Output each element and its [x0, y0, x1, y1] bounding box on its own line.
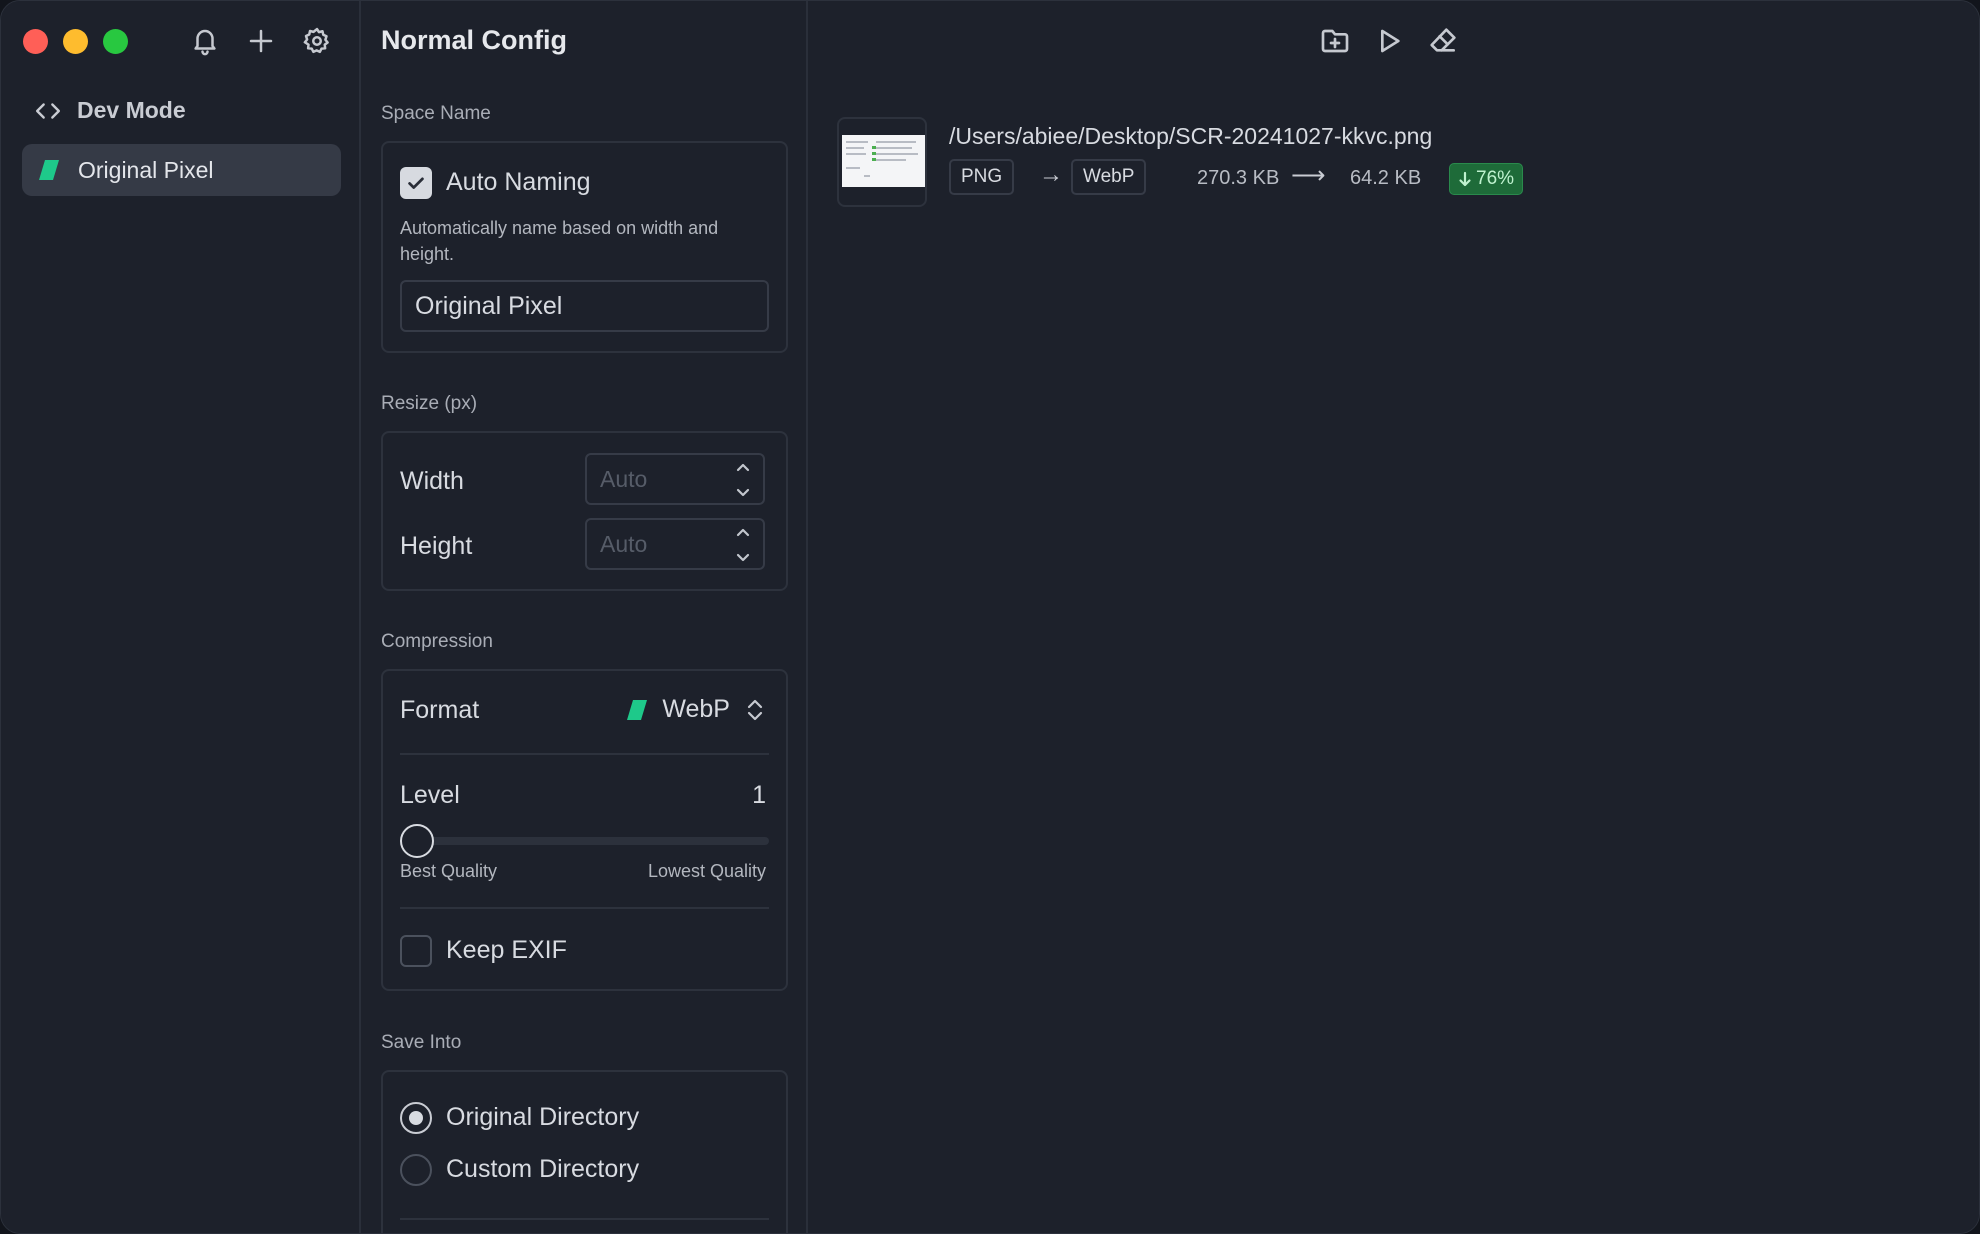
chevron-up-down-icon — [747, 699, 763, 720]
save-into-divider — [400, 1218, 769, 1220]
format-label: Format — [400, 696, 480, 724]
run-button[interactable] — [1371, 21, 1407, 61]
width-decrement-button[interactable] — [733, 482, 753, 502]
width-increment-button[interactable] — [733, 458, 753, 478]
chevron-down-icon — [736, 488, 750, 497]
auto-naming-label: Auto Naming — [446, 168, 591, 196]
height-decrement-button[interactable] — [733, 547, 753, 567]
play-icon — [1381, 29, 1400, 53]
chevron-down-icon — [736, 553, 750, 562]
sidebar: Dev Mode Original Pixel — [1, 1, 361, 1233]
height-input[interactable] — [587, 520, 727, 568]
space-name-section-label: Space Name — [381, 103, 491, 124]
code-brackets-icon — [35, 102, 61, 119]
plus-icon — [249, 29, 273, 53]
save-into-section-label: Save Into — [381, 1032, 462, 1053]
dev-mode-item[interactable]: Dev Mode — [35, 97, 186, 124]
dev-mode-label: Dev Mode — [77, 97, 186, 123]
chevron-up-icon — [736, 463, 750, 472]
target-format-tag: WebP — [1071, 159, 1147, 195]
checkmark-icon — [408, 177, 424, 189]
zoom-window-button[interactable] — [103, 29, 128, 54]
height-stepper — [585, 518, 765, 570]
eraser-icon — [1430, 28, 1456, 52]
folder-plus-icon — [1321, 29, 1349, 53]
file-path: /Users/abiee/Desktop/SCR-20241027-kkvc.p… — [949, 123, 1433, 149]
height-label: Height — [400, 532, 473, 560]
compression-card: Format WebP Level 1 Best Quality Lowest … — [381, 669, 788, 991]
custom-directory-radio[interactable] — [400, 1154, 432, 1186]
space-name-input[interactable] — [400, 280, 769, 332]
config-title: Normal Config — [381, 25, 567, 55]
settings-button[interactable] — [299, 21, 335, 61]
auto-naming-help-text: Automatically name based on width and he… — [400, 218, 719, 264]
save-into-card: Original Directory Custom Directory — [381, 1070, 788, 1233]
format-divider — [400, 753, 769, 755]
bell-icon — [194, 29, 216, 56]
reduction-badge: 76% — [1449, 163, 1524, 195]
window-controls — [23, 29, 128, 54]
add-space-button[interactable] — [243, 21, 279, 61]
original-directory-radio[interactable] — [400, 1102, 432, 1134]
resize-card: Width Height — [381, 431, 788, 591]
source-format-tag: PNG — [949, 159, 1015, 195]
chevron-up-icon — [736, 528, 750, 537]
reduction-value: 76% — [1476, 168, 1515, 189]
file-thumbnail — [837, 117, 927, 207]
resize-section-label: Resize (px) — [381, 393, 478, 414]
parallelogram-icon — [39, 160, 59, 180]
lowest-quality-caption: Lowest Quality — [647, 861, 766, 881]
keep-exif-checkbox[interactable] — [400, 935, 432, 967]
custom-directory-label: Custom Directory — [446, 1155, 640, 1183]
level-slider-track[interactable] — [400, 837, 769, 845]
parallelogram-icon — [627, 699, 648, 720]
format-select[interactable]: WebP — [626, 695, 766, 724]
level-divider — [400, 907, 769, 909]
level-value: 1 — [752, 781, 766, 809]
close-window-button[interactable] — [23, 29, 48, 54]
sidebar-item-original-pixel[interactable]: Original Pixel — [22, 144, 341, 196]
app-window: Dev Mode Original Pixel Normal Config Sp… — [0, 0, 1980, 1234]
width-stepper — [585, 453, 765, 505]
format-value: WebP — [662, 695, 730, 723]
auto-naming-checkbox[interactable] — [400, 167, 432, 199]
height-increment-button[interactable] — [733, 523, 753, 543]
sidebar-toolbar — [187, 21, 335, 61]
gear-icon — [303, 27, 329, 54]
compression-section-label: Compression — [381, 631, 493, 652]
width-label: Width — [400, 467, 464, 495]
keep-exif-label: Keep EXIF — [446, 936, 567, 964]
main-toolbar — [1317, 21, 1461, 61]
main-area: /Users/abiee/Desktop/SCR-20241027-kkvc.p… — [809, 1, 1979, 1233]
add-folder-button[interactable] — [1317, 21, 1353, 61]
space-name-card: Auto Naming Automatically name based on … — [381, 141, 788, 353]
original-directory-label: Original Directory — [446, 1103, 640, 1131]
format-arrow: → — [1039, 161, 1063, 188]
sidebar-item-label: Original Pixel — [78, 156, 214, 183]
size-arrow: ⟶ — [1291, 162, 1326, 189]
level-label: Level — [400, 781, 460, 809]
width-input[interactable] — [587, 455, 727, 503]
config-panel: Normal Config Space Name Auto Naming Aut… — [362, 1, 808, 1233]
notifications-button[interactable] — [187, 21, 223, 61]
minimize-window-button[interactable] — [63, 29, 88, 54]
new-size: 64.2 KB — [1350, 167, 1422, 189]
arrow-down-icon — [1459, 171, 1471, 187]
original-size: 270.3 KB — [1197, 167, 1280, 189]
clear-button[interactable] — [1425, 21, 1461, 61]
best-quality-caption: Best Quality — [400, 861, 498, 881]
level-slider-thumb[interactable] — [400, 824, 434, 858]
